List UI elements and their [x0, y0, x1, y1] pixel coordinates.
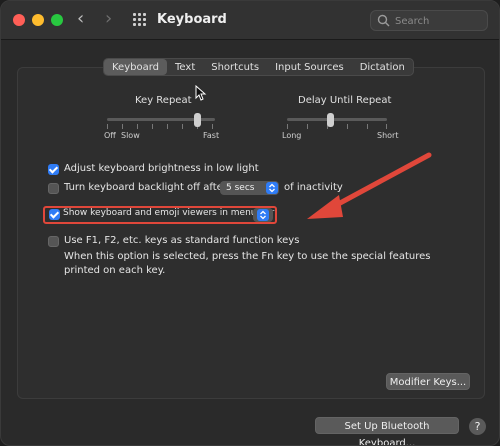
backlight-timeout-value: 5 secs	[226, 183, 255, 193]
show-viewers-label: Show keyboard and emoji viewers in menu …	[63, 208, 275, 218]
key-repeat-fast-label: Fast	[203, 131, 220, 140]
tab-input-sources[interactable]: Input Sources	[267, 59, 352, 75]
key-repeat-label: Key Repeat	[135, 95, 192, 106]
show-viewers-checkbox[interactable]	[49, 209, 60, 220]
delay-tick	[307, 124, 308, 129]
delay-tick	[367, 124, 368, 129]
window-title: Keyboard	[157, 12, 227, 27]
adjust-brightness-label: Adjust keyboard brightness in low light	[64, 163, 259, 174]
back-chevron-icon[interactable]: ‹	[77, 9, 84, 29]
minimize-window-button[interactable]	[32, 14, 44, 26]
show-viewers-select[interactable]	[253, 208, 273, 222]
toolbar: ‹ › Keyboard	[1, 1, 499, 40]
key-repeat-tick	[212, 124, 213, 129]
delay-tick	[287, 124, 288, 129]
fn-keys-checkbox[interactable]	[48, 236, 59, 247]
key-repeat-tick	[107, 124, 108, 129]
key-repeat-slow-label: Slow	[121, 131, 140, 140]
preferences-window: ‹ › Keyboard Keyboard Text Shortcuts Inp…	[0, 0, 500, 446]
search-field[interactable]	[370, 10, 488, 31]
chevron-updown-icon	[266, 182, 278, 194]
delay-long-label: Long	[282, 131, 302, 140]
tab-shortcuts[interactable]: Shortcuts	[203, 59, 267, 75]
fn-keys-description: When this option is selected, press the …	[64, 251, 431, 276]
tab-bar: Keyboard Text Shortcuts Input Sources Di…	[103, 58, 414, 76]
forward-chevron-icon[interactable]: ›	[105, 9, 112, 29]
backlight-off-checkbox[interactable]	[48, 183, 59, 194]
fn-keys-label: Use F1, F2, etc. keys as standard functi…	[64, 235, 300, 246]
modifier-keys-button[interactable]: Modifier Keys...	[386, 373, 470, 390]
backlight-timeout-select[interactable]: 5 secs	[220, 181, 279, 195]
key-repeat-tick	[182, 124, 183, 129]
zoom-window-button[interactable]	[51, 14, 63, 26]
key-repeat-tick	[152, 124, 153, 129]
tab-text[interactable]: Text	[167, 59, 203, 75]
content-panel	[17, 67, 485, 399]
tab-keyboard[interactable]: Keyboard	[104, 59, 168, 75]
key-repeat-tick	[137, 124, 138, 129]
show-all-grid-icon[interactable]	[133, 13, 147, 27]
delay-tick	[347, 124, 348, 129]
key-repeat-slider-knob[interactable]	[194, 113, 201, 127]
help-button[interactable]: ?	[469, 418, 486, 435]
adjust-brightness-checkbox[interactable]	[48, 164, 59, 175]
key-repeat-off-label: Off	[104, 131, 116, 140]
chevron-updown-icon	[257, 209, 269, 221]
delay-tick	[386, 124, 387, 129]
key-repeat-tick	[122, 124, 123, 129]
tab-dictation[interactable]: Dictation	[352, 59, 413, 75]
annotation-arrow-icon	[307, 152, 432, 219]
close-window-button[interactable]	[13, 14, 25, 26]
key-repeat-tick	[167, 124, 168, 129]
delay-until-repeat-label: Delay Until Repeat	[298, 95, 392, 106]
mouse-pointer-icon	[195, 85, 207, 101]
delay-slider-knob[interactable]	[327, 113, 334, 127]
search-icon	[377, 14, 390, 27]
bluetooth-setup-button[interactable]: Set Up Bluetooth Keyboard...	[315, 417, 459, 445]
delay-until-repeat-slider[interactable]	[287, 118, 387, 121]
search-input[interactable]	[393, 13, 487, 30]
backlight-off-label: Turn keyboard backlight off after	[64, 182, 227, 193]
delay-short-label: Short	[377, 131, 399, 140]
